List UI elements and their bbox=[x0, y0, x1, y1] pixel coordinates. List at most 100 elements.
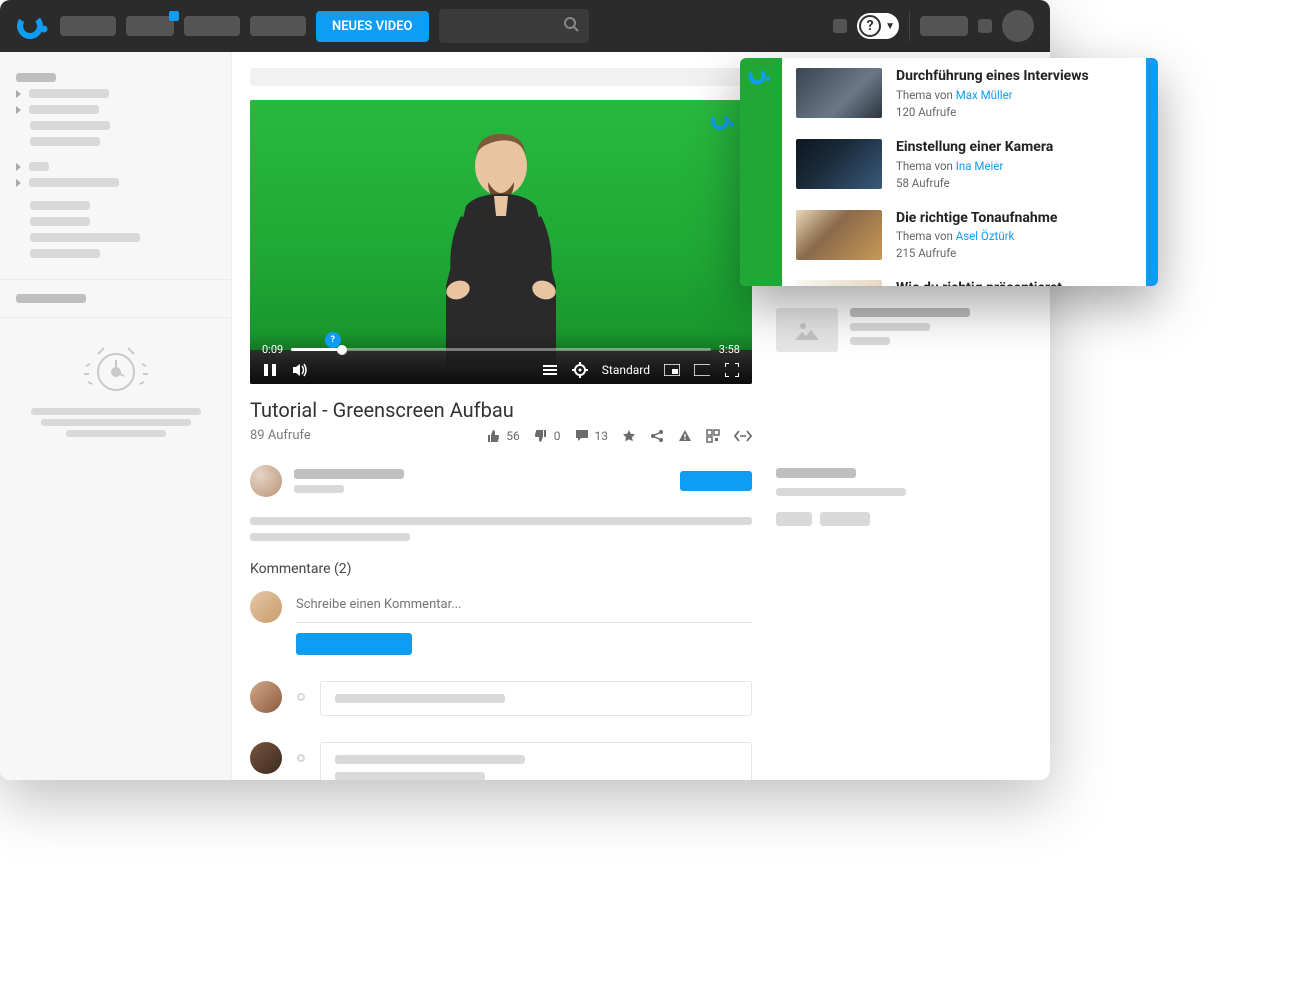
uploader-avatar[interactable] bbox=[250, 465, 282, 497]
pause-icon[interactable] bbox=[262, 362, 278, 378]
scrollbar[interactable] bbox=[1146, 58, 1158, 286]
sidebar-reminder-widget bbox=[0, 318, 231, 457]
embed-button[interactable] bbox=[734, 430, 752, 442]
view-count: 89 Aufrufe bbox=[250, 428, 472, 443]
new-video-button[interactable]: NEUES VIDEO bbox=[316, 11, 429, 42]
section-heading bbox=[776, 468, 856, 478]
qr-button[interactable] bbox=[706, 429, 720, 443]
comment-body bbox=[320, 681, 752, 716]
comment-input[interactable] bbox=[296, 591, 752, 623]
like-button[interactable]: 56 bbox=[486, 429, 520, 443]
related-title: Durchführung eines Interviews bbox=[896, 68, 1132, 85]
sidebar bbox=[0, 52, 232, 780]
sidebar-subitem[interactable] bbox=[16, 233, 215, 242]
section-sub bbox=[776, 488, 906, 496]
video-thumbnail bbox=[796, 280, 882, 286]
uploader-meta bbox=[294, 485, 344, 493]
share-button[interactable] bbox=[650, 429, 664, 443]
comment-item bbox=[250, 742, 752, 780]
commenter-avatar[interactable] bbox=[250, 742, 282, 774]
sidebar-subitem[interactable] bbox=[16, 137, 215, 146]
nav-item[interactable] bbox=[126, 16, 174, 36]
description-line bbox=[250, 517, 752, 525]
notification-badge-icon bbox=[169, 11, 179, 21]
sidebar-subitem[interactable] bbox=[16, 217, 215, 226]
sidebar-item[interactable] bbox=[16, 162, 215, 171]
timeline-dot-icon bbox=[297, 693, 305, 701]
chapters-icon[interactable] bbox=[542, 362, 558, 378]
divider bbox=[909, 11, 910, 41]
commenter-avatar[interactable] bbox=[250, 681, 282, 713]
comment-submit-button[interactable] bbox=[296, 633, 412, 655]
reminder-text bbox=[66, 430, 166, 437]
sidebar-heading bbox=[16, 73, 56, 82]
sidebar-subitem[interactable] bbox=[16, 121, 215, 130]
sidebar-item[interactable] bbox=[16, 105, 215, 114]
video-thumbnail bbox=[796, 139, 882, 189]
comment-composer bbox=[250, 591, 752, 655]
related-video-item[interactable]: Einstellung einer Kamera Thema von Ina M… bbox=[782, 129, 1146, 200]
author-link[interactable]: Asel Öztürk bbox=[956, 229, 1015, 243]
settings-icon[interactable] bbox=[572, 362, 588, 378]
help-menu[interactable]: ? ▼ bbox=[857, 13, 899, 39]
nav-item[interactable] bbox=[250, 16, 306, 36]
related-video-item[interactable]: Die richtige Tonaufnahme Thema von Asel … bbox=[782, 200, 1146, 271]
tag-chip[interactable] bbox=[820, 512, 870, 526]
reminder-text bbox=[31, 408, 201, 415]
related-title: Wie du richtig präsentierst bbox=[896, 280, 1132, 286]
sidebar-heading bbox=[16, 294, 86, 303]
video-player[interactable]: 0:09 ? 3:58 bbox=[250, 100, 752, 384]
author-link[interactable]: Max Müller bbox=[956, 88, 1013, 102]
current-user-avatar bbox=[250, 591, 282, 623]
video-thumbnail bbox=[796, 68, 882, 118]
watermark-icon bbox=[747, 66, 775, 90]
player-controls: 0:09 ? 3:58 bbox=[250, 332, 752, 384]
related-byline: Thema von Ina Meier bbox=[896, 159, 1132, 173]
uploader-name[interactable] bbox=[294, 469, 404, 479]
nav-icon[interactable] bbox=[978, 19, 992, 33]
breadcrumb bbox=[250, 68, 752, 86]
dislike-button[interactable]: 0 bbox=[534, 429, 561, 443]
search-icon bbox=[563, 16, 579, 36]
quality-label[interactable]: Standard bbox=[602, 363, 650, 377]
related-video-item[interactable]: Durchführung eines Interviews Thema von … bbox=[782, 58, 1146, 129]
popover-list: Durchführung eines Interviews Thema von … bbox=[782, 58, 1146, 286]
chevron-right-icon bbox=[16, 179, 21, 187]
chevron-right-icon bbox=[16, 90, 21, 98]
related-videos-popover: Durchführung eines Interviews Thema von … bbox=[740, 58, 1158, 286]
tag-chip[interactable] bbox=[776, 512, 812, 526]
nav-icon[interactable] bbox=[833, 19, 847, 33]
sidebar-item[interactable] bbox=[16, 178, 215, 187]
chevron-right-icon bbox=[16, 106, 21, 114]
sidebar-subitem[interactable] bbox=[16, 201, 215, 210]
nav-item[interactable] bbox=[184, 16, 240, 36]
sidebar-subitem[interactable] bbox=[16, 249, 215, 258]
logo-icon[interactable] bbox=[16, 9, 50, 43]
related-views: 120 Aufrufe bbox=[896, 105, 1132, 119]
theater-icon[interactable] bbox=[694, 362, 710, 378]
report-button[interactable] bbox=[678, 429, 692, 442]
comments-jump[interactable]: 13 bbox=[575, 429, 609, 443]
subscribe-button[interactable] bbox=[680, 471, 752, 491]
seek-handle[interactable] bbox=[337, 345, 347, 355]
video-title: Tutorial - Greenscreen Aufbau bbox=[250, 398, 752, 422]
pip-icon[interactable] bbox=[664, 362, 680, 378]
popover-accent-strip bbox=[740, 58, 782, 286]
author-link[interactable]: Ina Meier bbox=[956, 159, 1004, 173]
nav-item[interactable] bbox=[920, 16, 968, 36]
seek-bar[interactable]: ? bbox=[291, 348, 711, 351]
related-title: Die richtige Tonaufnahme bbox=[896, 210, 1132, 227]
fullscreen-icon[interactable] bbox=[724, 362, 740, 378]
timeline-dot-icon bbox=[297, 754, 305, 762]
comment-item bbox=[250, 681, 752, 716]
related-byline: Thema von Max Müller bbox=[896, 88, 1132, 102]
favorite-button[interactable] bbox=[622, 429, 636, 443]
related-item[interactable] bbox=[776, 308, 1032, 352]
volume-icon[interactable] bbox=[292, 362, 308, 378]
user-avatar[interactable] bbox=[1002, 10, 1034, 42]
sidebar-item[interactable] bbox=[16, 89, 215, 98]
nav-item[interactable] bbox=[60, 16, 116, 36]
related-video-item[interactable]: Wie du richtig präsentierst bbox=[782, 270, 1146, 286]
related-title: Einstellung einer Kamera bbox=[896, 139, 1132, 156]
search-input[interactable] bbox=[439, 9, 589, 43]
